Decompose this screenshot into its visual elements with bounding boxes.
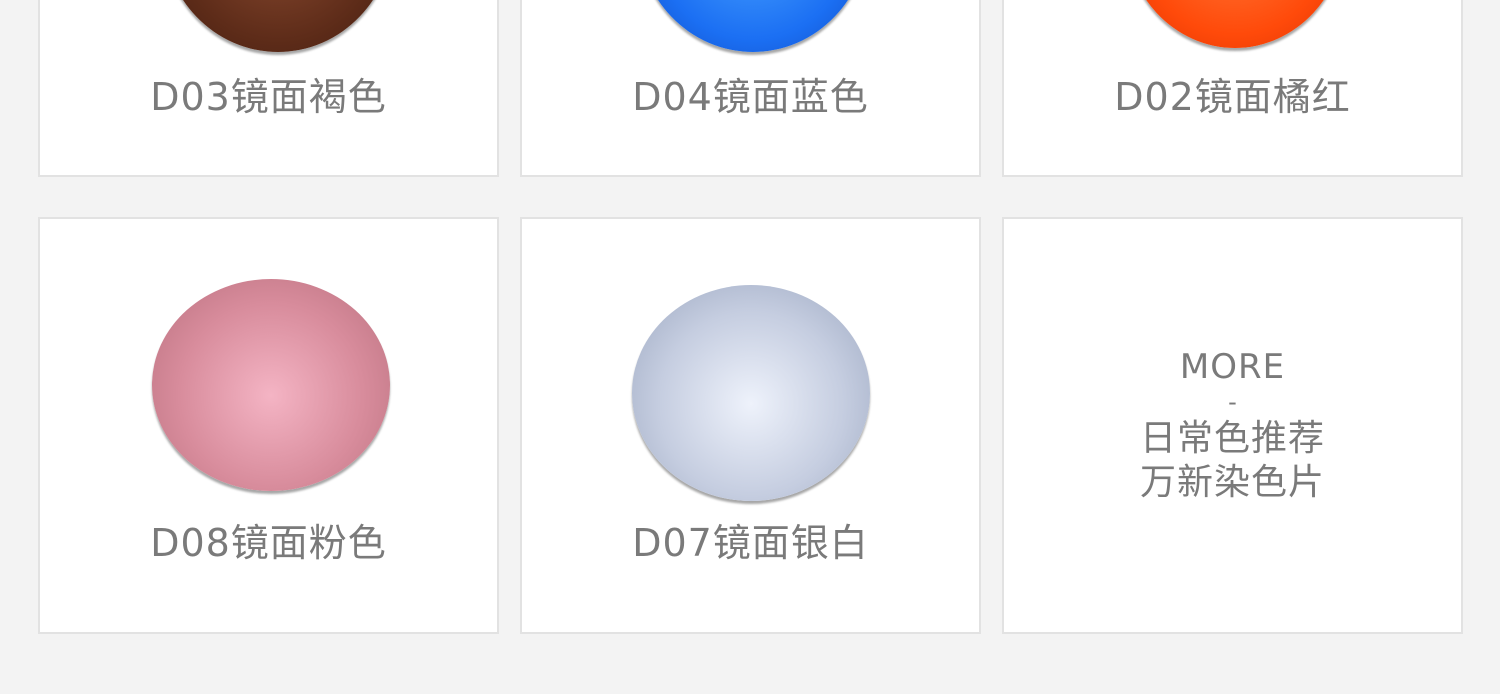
more-card[interactable]: MORE - 日常色推荐 万新染色片 xyxy=(1002,217,1463,634)
lens-card-d04[interactable]: D04镜面蓝色 xyxy=(520,0,981,177)
lens-label: D04镜面蓝色 xyxy=(632,75,869,119)
more-text-block: MORE - 日常色推荐 万新染色片 xyxy=(1004,347,1461,505)
lens-swatch-silver xyxy=(632,285,870,501)
lens-swatch-blue xyxy=(637,0,869,52)
lens-swatch-brown xyxy=(162,0,394,52)
more-line-1: 日常色推荐 xyxy=(1139,418,1325,459)
lens-label: D02镜面橘红 xyxy=(1114,75,1351,119)
lens-swatch-orange xyxy=(1124,0,1346,48)
lens-label: D08镜面粉色 xyxy=(150,521,387,565)
more-line-2: 万新染色片 xyxy=(1139,462,1325,503)
more-title: MORE xyxy=(1179,347,1286,387)
lens-swatch-pink xyxy=(152,279,390,491)
more-separator: - xyxy=(1228,388,1237,416)
lens-card-d07[interactable]: D07镜面银白 xyxy=(520,217,981,634)
lens-label: D03镜面褐色 xyxy=(150,75,387,119)
lens-card-d03[interactable]: D03镜面褐色 xyxy=(38,0,499,177)
lens-card-d08[interactable]: D08镜面粉色 xyxy=(38,217,499,634)
lens-card-d02[interactable]: D02镜面橘红 xyxy=(1002,0,1463,177)
lens-label: D07镜面银白 xyxy=(632,521,869,565)
